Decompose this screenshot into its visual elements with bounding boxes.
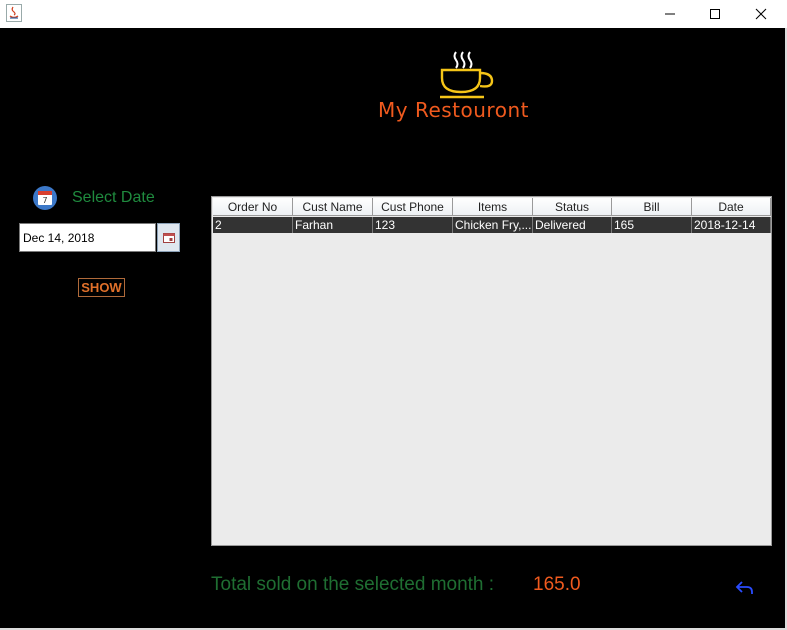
- total-sold-value: 165.0: [533, 574, 581, 595]
- main-panel: My Restouront 7 Select Date SHOW Order N…: [0, 28, 785, 628]
- total-sold-label: Total sold on the selected month :: [211, 574, 495, 595]
- column-header-bill[interactable]: Bill: [612, 198, 692, 216]
- orders-table[interactable]: Order No Cust Name Cust Phone Items Stat…: [211, 196, 772, 546]
- table-row[interactable]: 2 Farhan 123 Chicken Fry,... Delivered 1…: [213, 217, 771, 233]
- cell-bill: 165: [612, 217, 692, 233]
- column-header-status[interactable]: Status: [533, 198, 612, 216]
- app-title: My Restouront: [378, 98, 529, 122]
- date-picker-icon: [162, 232, 175, 243]
- date-input[interactable]: [19, 223, 156, 252]
- select-date-label: Select Date: [72, 189, 155, 206]
- column-header-items[interactable]: Items: [453, 198, 533, 216]
- back-arrow-icon[interactable]: [734, 578, 756, 598]
- window-titlebar: [0, 0, 787, 28]
- cell-cust-name: Farhan: [293, 217, 373, 233]
- coffee-cup-icon: [440, 51, 494, 99]
- minimize-icon: [665, 13, 675, 15]
- column-header-order-no[interactable]: Order No: [213, 198, 293, 216]
- calendar-icon: 7: [33, 186, 57, 210]
- java-icon: [6, 4, 22, 22]
- column-header-cust-name[interactable]: Cust Name: [293, 198, 373, 216]
- cell-items: Chicken Fry,...: [455, 217, 533, 233]
- date-picker-button[interactable]: [157, 223, 180, 252]
- table-header: Order No Cust Name Cust Phone Items Stat…: [213, 198, 771, 216]
- cell-date: 2018-12-14: [692, 217, 771, 233]
- maximize-button[interactable]: [692, 0, 738, 28]
- column-header-date[interactable]: Date: [692, 198, 771, 216]
- minimize-button[interactable]: [647, 0, 693, 28]
- maximize-icon: [710, 9, 720, 19]
- svg-text:7: 7: [42, 196, 47, 205]
- show-button[interactable]: SHOW: [78, 278, 125, 297]
- cell-status: Delivered: [533, 217, 612, 233]
- cell-order-no: 2: [213, 217, 293, 233]
- close-button[interactable]: [738, 0, 784, 28]
- cell-cust-phone: 123: [373, 217, 453, 233]
- column-header-cust-phone[interactable]: Cust Phone: [373, 198, 453, 216]
- close-icon: [755, 8, 767, 20]
